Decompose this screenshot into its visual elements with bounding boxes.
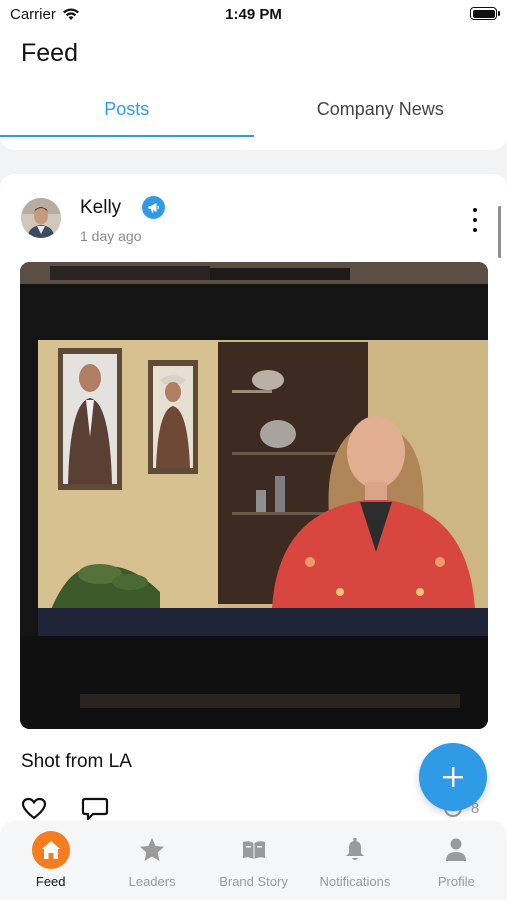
tab-company-news[interactable]: Company News — [254, 90, 507, 138]
nav-item-brand-story[interactable]: Brand Story — [203, 822, 304, 900]
battery-icon — [470, 7, 500, 20]
clock: 1:49 PM — [225, 5, 282, 23]
page-title: Feed — [21, 39, 78, 67]
post-card: Kelly 1 day ago Shot from LA 8 — [0, 174, 507, 834]
nav-label-notifications: Notifications — [319, 874, 391, 889]
bell-icon — [345, 837, 364, 860]
header: Feed Posts Company News — [0, 28, 507, 150]
home-icon — [31, 831, 70, 869]
more-options-icon[interactable] — [466, 208, 484, 232]
nav-label-brand-story: Brand Story — [219, 874, 288, 889]
add-post-button[interactable] — [419, 743, 487, 811]
post-timestamp: 1 day ago — [80, 228, 142, 244]
nav-label-profile: Profile — [437, 874, 475, 889]
heart-icon[interactable] — [21, 796, 47, 822]
nav-item-profile[interactable]: Profile — [406, 822, 507, 900]
nav-item-leaders[interactable]: Leaders — [101, 822, 202, 900]
status-bar: Carrier 1:49 PM — [0, 0, 507, 28]
author-name[interactable]: Kelly — [80, 197, 121, 219]
tab-bar: Posts Company News — [0, 90, 507, 138]
nav-item-feed[interactable]: Feed — [0, 822, 101, 900]
scrollbar[interactable] — [498, 206, 501, 258]
tab-posts[interactable]: Posts — [0, 90, 254, 138]
post-caption: Shot from LA — [21, 751, 132, 772]
nav-label-leaders: Leaders — [128, 874, 176, 889]
comment-icon[interactable] — [81, 796, 109, 822]
book-icon — [242, 841, 265, 859]
person-icon — [446, 838, 467, 861]
nav-item-notifications[interactable]: Notifications — [304, 822, 405, 900]
bottom-nav: Feed Leaders Brand Story Notifications P… — [0, 822, 507, 900]
post-image[interactable] — [20, 262, 488, 729]
star-icon — [140, 838, 165, 861]
plus-icon — [443, 767, 463, 787]
active-tab-indicator — [0, 135, 254, 137]
megaphone-icon — [142, 196, 165, 219]
avatar[interactable] — [21, 198, 61, 238]
nav-label-feed: Feed — [35, 874, 66, 889]
